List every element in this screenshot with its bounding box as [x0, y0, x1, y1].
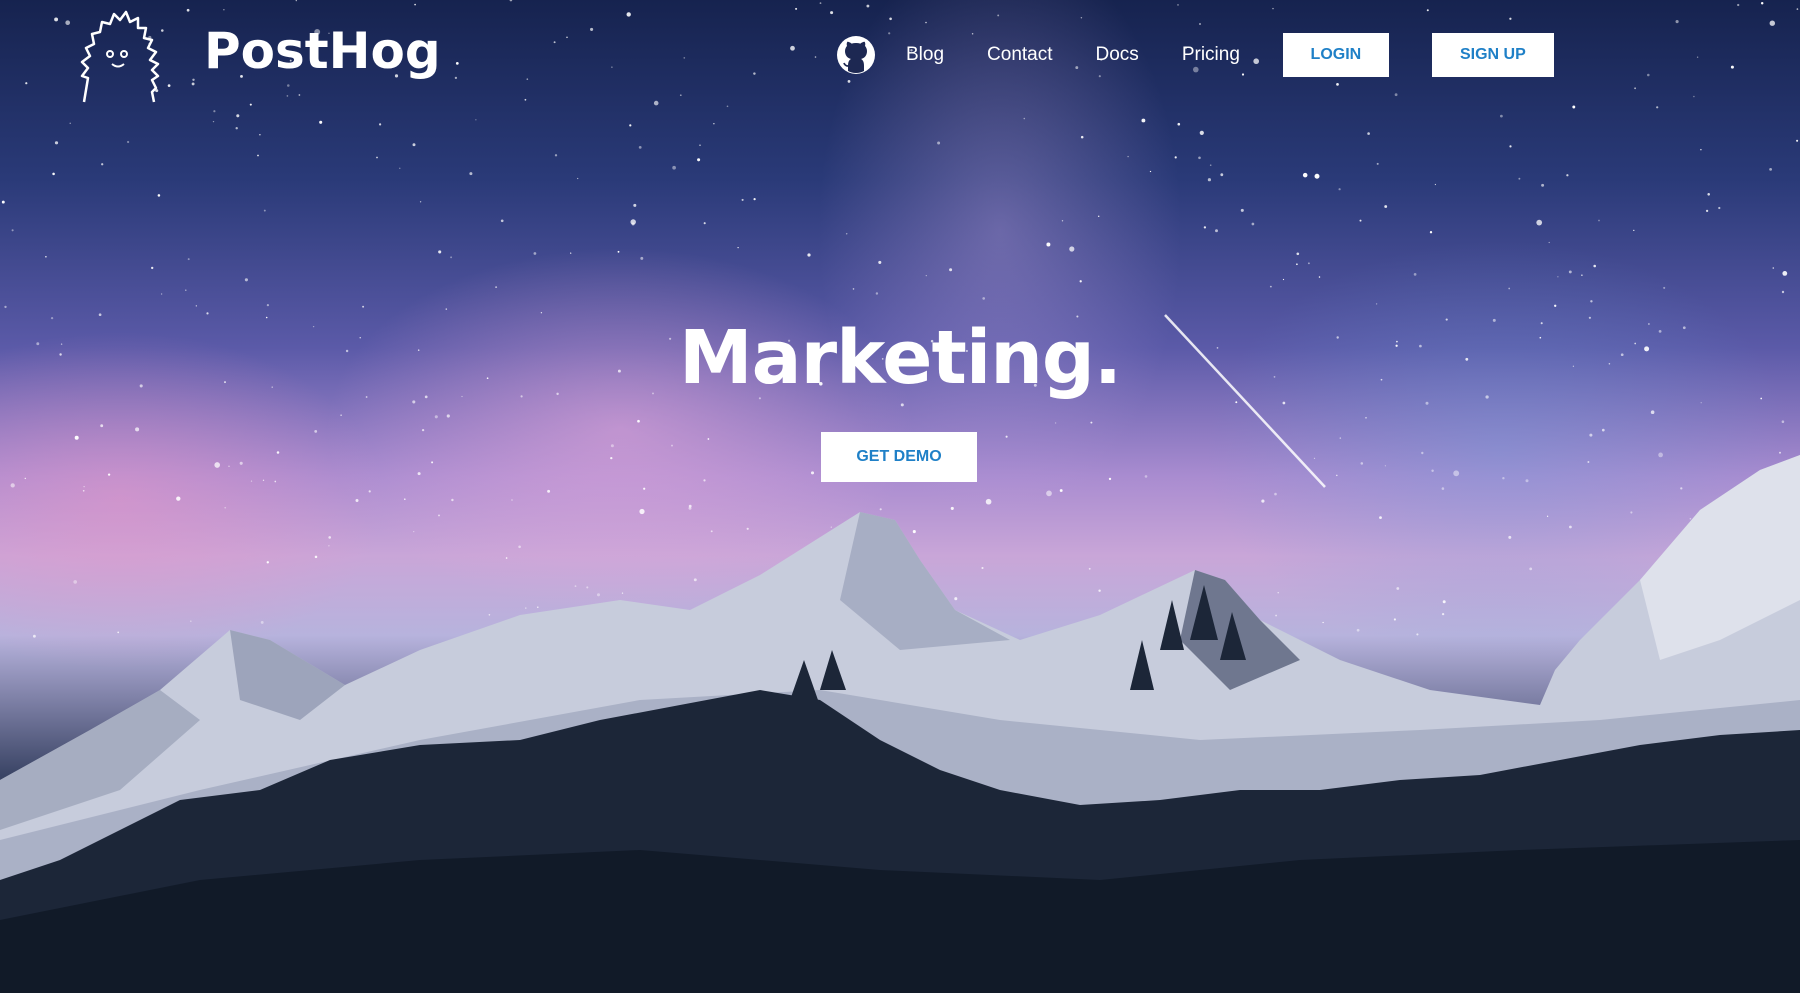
mountain-landscape-background [0, 455, 1800, 993]
get-demo-button[interactable]: GET DEMO [821, 432, 977, 482]
hero-title: Marketing. [679, 315, 1122, 401]
nav-link-docs[interactable]: Docs [1096, 44, 1139, 66]
nav-link-blog[interactable]: Blog [906, 44, 944, 66]
main-nav: Blog Contact Docs Pricing LOGIN SIGN UP [836, 30, 1554, 80]
landing-page: PostHog Blog Contact Docs Pricing LOGIN … [0, 0, 1800, 993]
nav-link-contact[interactable]: Contact [987, 44, 1052, 66]
signup-button[interactable]: SIGN UP [1431, 33, 1554, 77]
hedgehog-logo-icon[interactable] [78, 6, 160, 106]
login-button[interactable]: LOGIN [1282, 33, 1389, 77]
site-header: PostHog Blog Contact Docs Pricing LOGIN … [0, 0, 1800, 110]
nav-link-pricing[interactable]: Pricing [1182, 44, 1240, 66]
github-icon[interactable] [836, 35, 876, 75]
brand-name[interactable]: PostHog [204, 22, 441, 80]
